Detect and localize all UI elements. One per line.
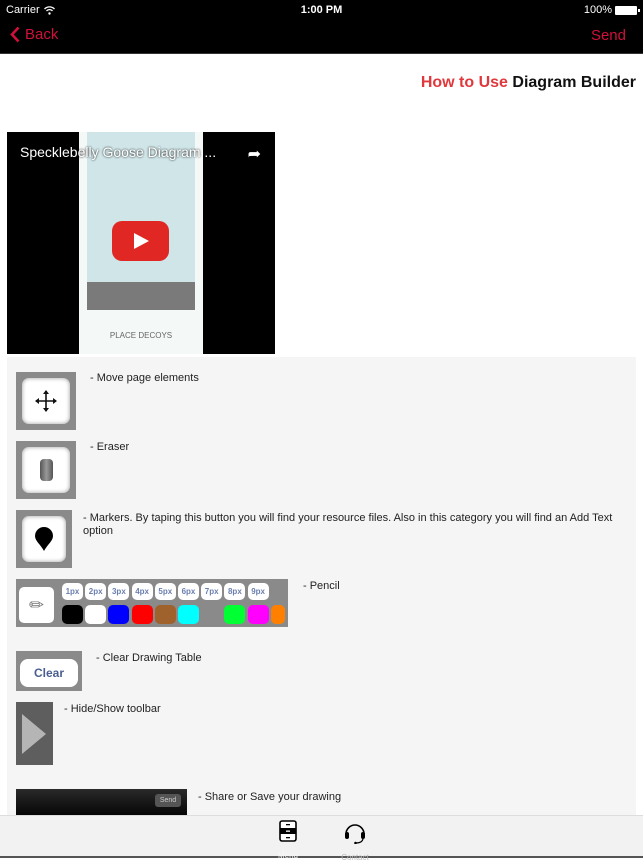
- help-text-share: - Share or Save your drawing: [198, 791, 342, 803]
- tab-menu[interactable]: Menu: [258, 820, 318, 860]
- page-title-accent: How to Use: [420, 74, 508, 91]
- content: How to Use Diagram Builder PLACE DECOYS …: [0, 55, 643, 815]
- color-swatch: [131, 605, 153, 624]
- play-button[interactable]: [112, 221, 169, 261]
- page-title-rest: Diagram Builder: [512, 74, 636, 91]
- clear-icon: Clear: [20, 659, 78, 687]
- help-text-eraser: - Eraser: [90, 441, 130, 453]
- help-text-markers: - Markers. By taping this button you wil…: [83, 512, 613, 537]
- battery: 100%: [583, 4, 640, 16]
- help-item-markers: [16, 510, 72, 568]
- back-button[interactable]: Back: [10, 26, 58, 43]
- video-caption: PLACE DECOYS: [109, 331, 173, 340]
- markers-tool-button: [16, 510, 72, 568]
- pencil-size-9px: 9px: [247, 583, 269, 600]
- tab-menu-label: Menu: [277, 851, 298, 860]
- color-swatch: [85, 605, 107, 624]
- clear-tool-button: Clear: [16, 651, 82, 691]
- color-swatch: [201, 605, 223, 624]
- video-player[interactable]: PLACE DECOYS Specklebelly Goose Diagram …: [7, 132, 275, 354]
- move-tool-button: [16, 372, 76, 430]
- help-item-share: Send: [16, 789, 187, 815]
- share-icon[interactable]: ➦: [248, 144, 261, 164]
- status-bar: Carrier 1:00 PM 100%: [0, 0, 643, 20]
- send-button[interactable]: Send: [591, 27, 626, 44]
- help-panel: - Move page elements - Eraser - Markers.…: [7, 357, 636, 815]
- help-item-move: [16, 372, 76, 430]
- help-text-toolbar: - Hide/Show toolbar: [64, 703, 161, 715]
- pencil-size-5px: 5px: [154, 583, 176, 600]
- help-text-move: - Move page elements: [90, 372, 199, 384]
- clock: 1:00 PM: [300, 4, 343, 16]
- color-swatch: [178, 605, 199, 624]
- chevron-left-icon: [10, 26, 20, 43]
- mini-send-label: Send: [155, 794, 181, 807]
- headset-icon: [345, 824, 365, 845]
- page-title: How to Use Diagram Builder: [421, 74, 636, 92]
- video-title[interactable]: Specklebelly Goose Diagram ...: [20, 144, 216, 160]
- color-swatch: [62, 605, 83, 624]
- pencil-size-6px: 6px: [178, 583, 199, 600]
- pencil-size-2px: 2px: [85, 583, 107, 600]
- help-text-pencil: - Pencil: [303, 580, 340, 592]
- pencil-size-4px: 4px: [131, 583, 153, 600]
- tab-contact[interactable]: Contact: [325, 820, 385, 862]
- color-swatch: [224, 605, 246, 624]
- help-item-clear: Clear: [16, 651, 82, 691]
- color-swatch: [270, 605, 285, 624]
- color-swatch: [247, 605, 269, 624]
- cabinet-icon: [279, 820, 297, 842]
- eraser-icon: [39, 459, 53, 481]
- pencil-toolbar: ✏ 1px 2px 3px 4px 5px 6px 7px 8px 9px: [16, 579, 288, 627]
- back-label: Back: [25, 26, 59, 43]
- help-item-eraser: [16, 441, 76, 499]
- eraser-tool-button: [16, 441, 76, 499]
- thumbnail-toolbar: [87, 282, 195, 310]
- move-icon: [35, 390, 57, 412]
- marker-icon: [35, 527, 53, 551]
- color-swatch: [108, 605, 130, 624]
- help-item-pencil: ✏ 1px 2px 3px 4px 5px 6px 7px 8px 9px: [16, 579, 288, 627]
- pencil-size-3px: 3px: [108, 583, 130, 600]
- pencil-size-1px: 1px: [62, 583, 83, 600]
- pencil-icon: ✏: [19, 587, 54, 623]
- battery-icon: [615, 5, 640, 15]
- battery-label: 100%: [583, 4, 612, 16]
- toggle-toolbar-icon: [16, 702, 53, 765]
- tab-bar: Menu Contact: [0, 815, 643, 862]
- color-swatch: [154, 605, 176, 624]
- help-item-toolbar: [16, 702, 53, 765]
- nav-bar: Back Send: [0, 20, 643, 54]
- share-icon: Send: [16, 789, 187, 815]
- help-text-clear: - Clear Drawing Table: [96, 652, 202, 664]
- pencil-size-7px: 7px: [201, 583, 223, 600]
- pencil-size-8px: 8px: [224, 583, 246, 600]
